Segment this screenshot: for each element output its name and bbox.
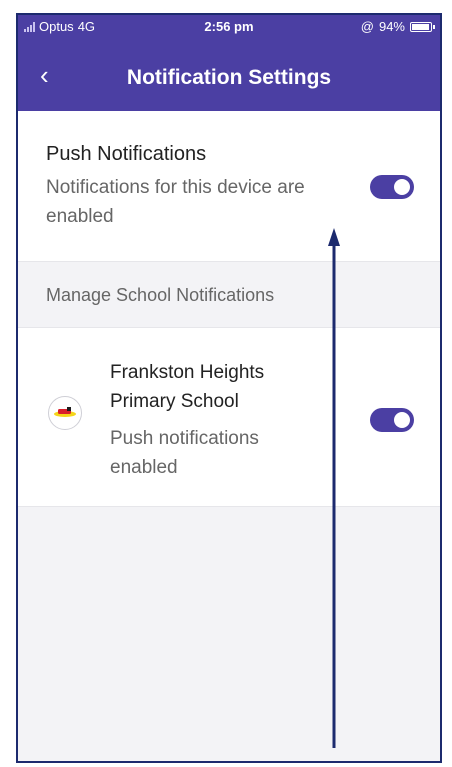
push-notifications-title: Push Notifications bbox=[46, 143, 207, 165]
battery-percent: 94% bbox=[378, 19, 405, 34]
school-notifications-toggle[interactable] bbox=[370, 408, 414, 432]
page-title: Notification Settings bbox=[126, 66, 332, 89]
school-name: Frankston Heights Primary School bbox=[110, 362, 265, 412]
phone-screen: Optus 4G 2:56 pm @ 94% ‹ Notification Se… bbox=[16, 13, 442, 763]
status-right: @ 94% bbox=[360, 19, 435, 34]
push-notifications-description: Notifications for this device are enable… bbox=[46, 177, 305, 227]
annotation-arrow-icon bbox=[328, 228, 340, 748]
school-notification-status: Push notifications enabled bbox=[110, 428, 259, 478]
title-bar: ‹ Notification Settings bbox=[18, 51, 440, 103]
push-notifications-toggle[interactable] bbox=[370, 175, 414, 199]
school-notification-row: Frankston Heights Primary School Push no… bbox=[18, 327, 440, 507]
school-logo-icon bbox=[54, 407, 76, 417]
location-icon: @ bbox=[360, 19, 374, 34]
push-notifications-row: Push Notifications Notifications for thi… bbox=[18, 111, 440, 262]
manage-school-notifications-header: Manage School Notifications bbox=[46, 285, 275, 305]
battery-icon bbox=[410, 21, 435, 32]
school-logo bbox=[48, 396, 82, 430]
app-header: Optus 4G 2:56 pm @ 94% ‹ Notification Se… bbox=[18, 15, 440, 111]
status-bar: Optus 4G 2:56 pm @ 94% bbox=[18, 15, 440, 39]
